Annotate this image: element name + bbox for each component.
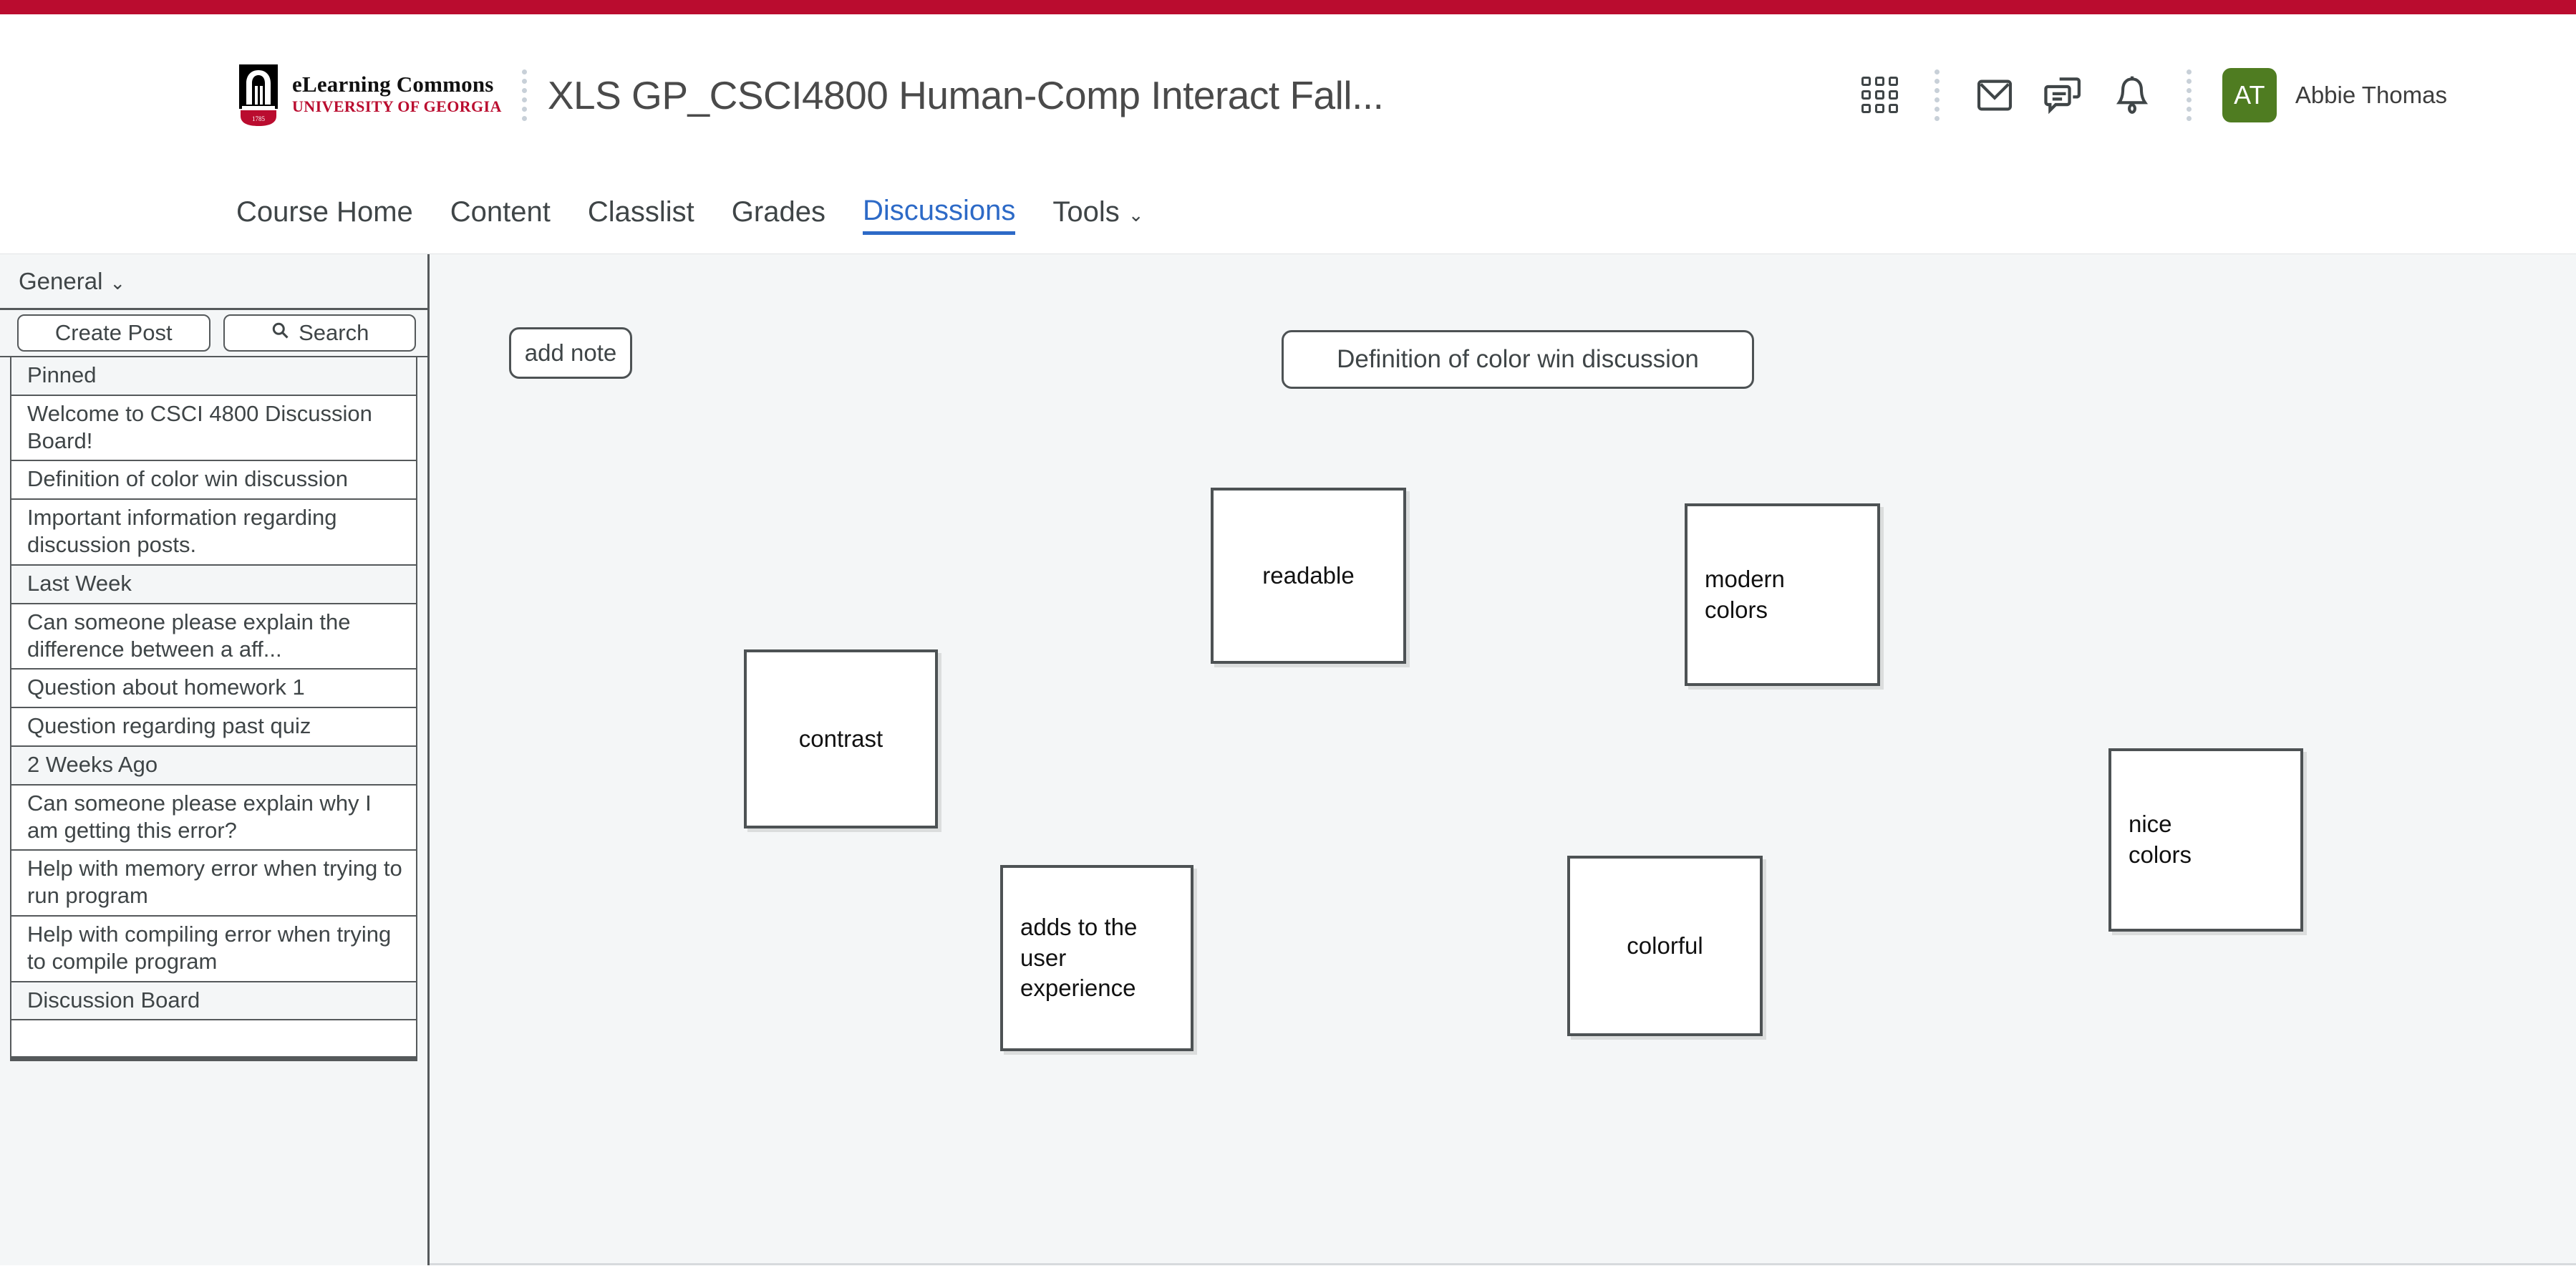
nav-item-grades[interactable]: Grades	[732, 196, 825, 233]
chevron-down-icon: ⌄	[1128, 203, 1144, 226]
search-label: Search	[299, 320, 369, 345]
nav-item-course-home[interactable]: Course Home	[236, 196, 413, 233]
list-item[interactable]: Definition of color win discussion	[11, 461, 416, 501]
nav-label: Discussions	[862, 194, 1016, 226]
search-button[interactable]: Search	[223, 314, 416, 352]
brand-university: UNIVERSITY OF GEORGIA	[292, 97, 502, 116]
list-group-header: Discussion Board	[11, 982, 416, 1021]
header-divider-dots	[522, 69, 528, 121]
brand-block[interactable]: 1785 eLearning Commons UNIVERSITY OF GEO…	[236, 64, 502, 126]
list-group-header: 2 Weeks Ago	[11, 746, 416, 786]
chat-icon[interactable]	[2029, 61, 2098, 130]
add-note-button[interactable]: add note	[509, 327, 632, 379]
sticky-note[interactable]: contrast	[744, 649, 938, 828]
nav-item-classlist[interactable]: Classlist	[588, 196, 694, 233]
nav-item-content[interactable]: Content	[450, 196, 551, 233]
nav-label: Course Home	[236, 196, 413, 228]
avatar[interactable]: AT	[2222, 67, 2277, 122]
sticky-note[interactable]: nice colors	[2108, 748, 2303, 932]
chevron-down-icon: ⌄	[110, 271, 126, 294]
nav-label: Grades	[731, 196, 825, 228]
nav-label: Classlist	[587, 196, 694, 228]
header-divider-dots-2	[1935, 69, 1940, 121]
course-navbar: Course Home Content Classlist Grades Dis…	[0, 175, 2576, 254]
create-post-button[interactable]: Create Post	[17, 314, 210, 352]
whiteboard-canvas[interactable]: add note Definition of color win discuss…	[430, 254, 2576, 1265]
board-title[interactable]: Definition of color win discussion	[1282, 330, 1754, 389]
header-tools: AT Abbie Thomas	[1846, 14, 2576, 175]
list-item[interactable]: Help with compiling error when trying to…	[11, 917, 416, 982]
list-item[interactable]: Question about homework 1	[11, 670, 416, 709]
page-title: XLS GP_CSCI4800 Human-Comp Interact Fall…	[547, 72, 1384, 117]
sidebar-actions: Create Post Search	[0, 310, 427, 357]
nav-item-discussions[interactable]: Discussions	[862, 194, 1016, 235]
list-item[interactable]: Can someone please explain why I am gett…	[11, 785, 416, 851]
sticky-note[interactable]: readable	[1211, 488, 1406, 664]
header-divider-dots-3	[2187, 69, 2192, 121]
discussions-sidebar: General ⌄ Create Post Search Pinned Welc…	[0, 254, 430, 1265]
create-post-label: Create Post	[54, 320, 173, 345]
sticky-note[interactable]: adds to the user experience	[1000, 865, 1193, 1051]
brand-name: eLearning Commons	[292, 72, 494, 97]
list-item[interactable]: Important information regarding discussi…	[11, 500, 416, 566]
list-group-header: Pinned	[11, 357, 416, 396]
forum-selector[interactable]: General ⌄	[0, 254, 427, 310]
list-item-empty[interactable]	[11, 1020, 416, 1058]
bottom-divider	[430, 1263, 2576, 1265]
mail-icon[interactable]	[1960, 61, 2029, 130]
svg-text:1785: 1785	[252, 115, 266, 122]
list-item[interactable]: Question regarding past quiz	[11, 708, 416, 747]
sticky-note[interactable]: modern colors	[1685, 503, 1880, 686]
forum-selector-label: General	[19, 267, 103, 294]
list-item[interactable]: Help with memory error when trying to ru…	[11, 851, 416, 917]
list-group-header: Last Week	[11, 565, 416, 604]
notifications-bell-icon[interactable]	[2098, 61, 2166, 130]
sticky-note[interactable]: colorful	[1567, 856, 1763, 1036]
waffle-apps-icon[interactable]	[1846, 61, 1914, 130]
user-name[interactable]: Abbie Thomas	[2295, 82, 2447, 109]
nav-label: Content	[450, 196, 551, 228]
brand-top-bar	[0, 0, 2576, 14]
uga-arch-logo-icon: 1785	[236, 64, 281, 126]
discussion-list[interactable]: Pinned Welcome to CSCI 4800 Discussion B…	[0, 357, 427, 1265]
list-item[interactable]: Welcome to CSCI 4800 Discussion Board!	[11, 395, 416, 462]
nav-item-tools[interactable]: Tools ⌄	[1052, 196, 1143, 233]
list-item[interactable]: Can someone please explain the differenc…	[11, 604, 416, 670]
page-header: 1785 eLearning Commons UNIVERSITY OF GEO…	[0, 14, 2576, 175]
app-body: General ⌄ Create Post Search Pinned Welc…	[0, 254, 2576, 1265]
nav-label: Tools	[1052, 196, 1120, 228]
search-icon	[270, 320, 290, 346]
